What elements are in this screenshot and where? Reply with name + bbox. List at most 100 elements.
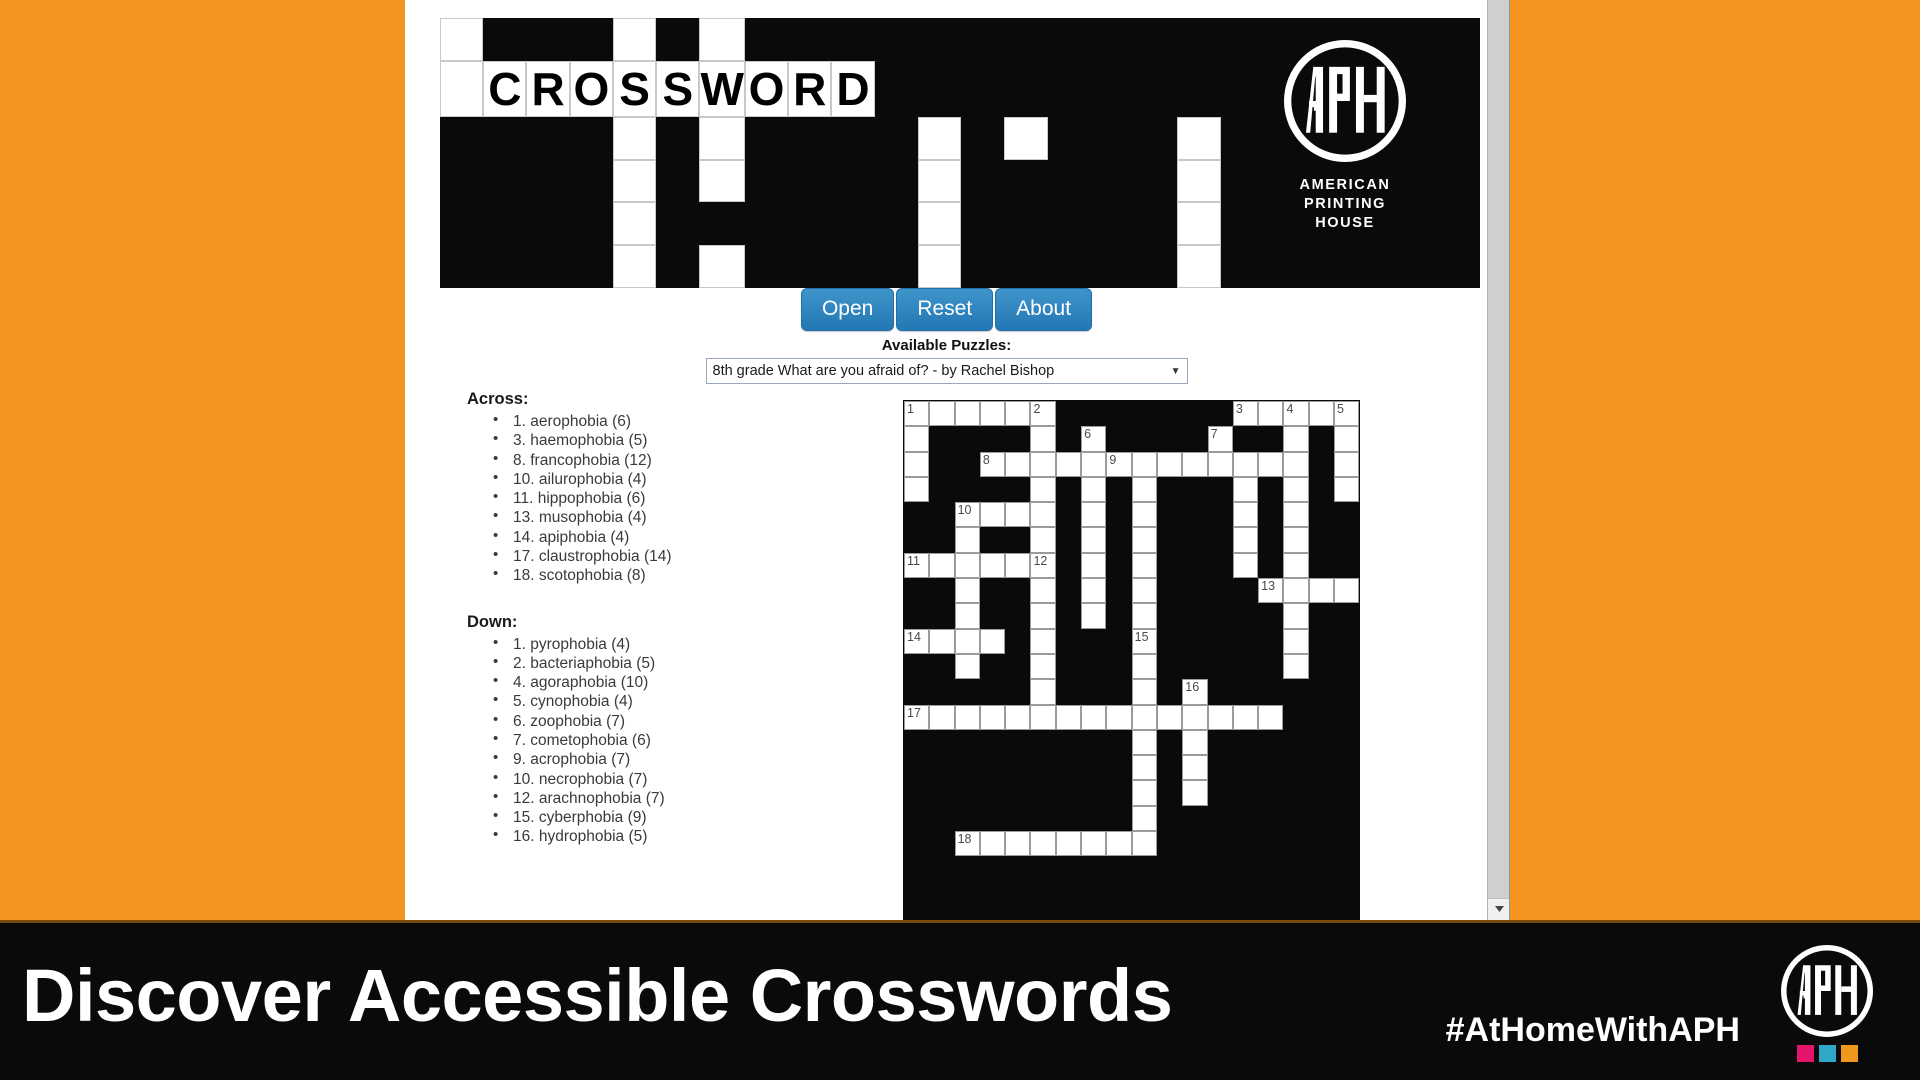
grid-cell-open[interactable]	[1131, 831, 1157, 857]
grid-cell-open[interactable]	[1131, 552, 1157, 579]
grid-cell-open[interactable]	[1334, 578, 1360, 604]
grid-cell-open[interactable]	[1232, 502, 1259, 528]
vertical-scrollbar[interactable]	[1487, 0, 1509, 920]
grid-cell-open[interactable]	[1081, 502, 1107, 528]
grid-cell-open[interactable]	[1232, 476, 1259, 503]
across-clue-item[interactable]: 14. apiphobia (4)	[493, 528, 855, 546]
grid-cell-open[interactable]: 11	[904, 552, 930, 579]
grid-cell-open[interactable]	[1182, 729, 1208, 756]
grid-cell-open[interactable]	[1131, 729, 1157, 756]
down-clue-item[interactable]: 15. cyberphobia (9)	[493, 808, 855, 826]
across-clue-item[interactable]: 10. ailurophobia (4)	[493, 470, 855, 488]
grid-cell-open[interactable]	[1030, 704, 1056, 730]
grid-cell-open[interactable]	[1156, 451, 1183, 477]
grid-cell-open[interactable]	[1334, 476, 1360, 503]
grid-cell-open[interactable]	[1131, 603, 1157, 629]
grid-cell-open[interactable]	[1232, 552, 1259, 579]
grid-cell-open[interactable]	[1030, 476, 1056, 503]
grid-cell-open[interactable]	[1030, 426, 1056, 452]
grid-cell-open[interactable]: 12	[1030, 552, 1056, 579]
grid-cell-open[interactable]	[979, 401, 1006, 427]
across-clue-item[interactable]: 13. musophobia (4)	[493, 508, 855, 526]
across-clue-item[interactable]: 8. francophobia (12)	[493, 451, 855, 469]
grid-cell-open[interactable]: 14	[904, 628, 930, 654]
grid-cell-open[interactable]: 1	[904, 401, 930, 427]
grid-cell-open[interactable]	[954, 527, 980, 553]
grid-cell-open[interactable]: 3	[1232, 401, 1259, 427]
grid-cell-open[interactable]	[1308, 401, 1335, 427]
scroll-down-arrow-icon[interactable]	[1488, 898, 1509, 920]
across-clue-item[interactable]: 1. aerophobia (6)	[493, 412, 855, 430]
grid-cell-open[interactable]	[1030, 451, 1056, 477]
grid-cell-open[interactable]	[1131, 451, 1157, 477]
about-button[interactable]: About	[995, 288, 1093, 332]
grid-cell-open[interactable]	[1334, 451, 1360, 477]
grid-cell-open[interactable]	[1308, 578, 1335, 604]
grid-cell-open[interactable]	[1283, 552, 1309, 579]
grid-cell-open[interactable]	[1055, 704, 1082, 730]
grid-cell-open[interactable]	[1106, 831, 1132, 857]
grid-cell-open[interactable]	[1055, 451, 1082, 477]
grid-cell-open[interactable]	[954, 704, 980, 730]
grid-cell-open[interactable]: 5	[1334, 401, 1360, 427]
grid-cell-open[interactable]	[1207, 704, 1233, 730]
down-clue-item[interactable]: 10. necrophobia (7)	[493, 769, 855, 788]
grid-cell-open[interactable]: 10	[954, 502, 980, 528]
grid-cell-open[interactable]	[1156, 704, 1183, 730]
grid-cell-open[interactable]	[979, 704, 1006, 730]
grid-cell-open[interactable]	[1106, 704, 1132, 730]
grid-cell-open[interactable]	[929, 704, 955, 730]
grid-cell-open[interactable]	[1182, 704, 1208, 730]
grid-cell-open[interactable]	[1081, 451, 1107, 477]
down-clue-item[interactable]: 5. cynophobia (4)	[493, 692, 855, 710]
grid-cell-open[interactable]	[1283, 476, 1309, 503]
grid-cell-open[interactable]: 18	[954, 831, 980, 857]
grid-cell-open[interactable]	[1081, 704, 1107, 730]
grid-cell-open[interactable]	[1081, 552, 1107, 579]
grid-cell-open[interactable]	[1283, 527, 1309, 553]
down-clue-item[interactable]: 1. pyrophobia (4)	[493, 635, 855, 653]
grid-cell-open[interactable]	[1131, 805, 1157, 832]
down-clue-item[interactable]: 6. zoophobia (7)	[493, 712, 855, 730]
grid-cell-open[interactable]: 6	[1081, 426, 1107, 452]
down-clue-item[interactable]: 16. hydrophobia (5)	[493, 827, 855, 845]
grid-cell-open[interactable]	[1182, 451, 1208, 477]
down-clue-item[interactable]: 9. acrophobia (7)	[493, 750, 855, 768]
grid-cell-open[interactable]	[1081, 831, 1107, 857]
grid-cell-open[interactable]	[1005, 502, 1031, 528]
grid-cell-open[interactable]	[954, 401, 980, 427]
grid-cell-open[interactable]	[1005, 552, 1031, 579]
grid-cell-open[interactable]	[979, 502, 1006, 528]
grid-cell-open[interactable]	[1232, 704, 1259, 730]
open-button[interactable]: Open	[800, 288, 895, 332]
grid-cell-open[interactable]	[1232, 451, 1259, 477]
grid-cell-open[interactable]	[904, 451, 930, 477]
grid-cell-open[interactable]	[1055, 831, 1082, 857]
grid-cell-open[interactable]	[1081, 476, 1107, 503]
crossword-grid[interactable]: 1 2 3 4 5 6 7 8 9 10 11 12 13 14 15 16 17 18	[903, 400, 1361, 920]
grid-cell-open[interactable]	[1131, 476, 1157, 503]
grid-cell-open[interactable]	[1005, 831, 1031, 857]
grid-cell-open[interactable]	[1131, 755, 1157, 781]
grid-cell-open[interactable]	[904, 476, 930, 503]
grid-cell-open[interactable]	[954, 552, 980, 579]
grid-cell-open[interactable]	[1081, 578, 1107, 604]
grid-cell-open[interactable]	[1283, 578, 1309, 604]
grid-cell-open[interactable]	[1030, 831, 1056, 857]
grid-cell-open[interactable]	[1030, 603, 1056, 629]
grid-cell-open[interactable]	[1258, 451, 1284, 477]
grid-cell-open[interactable]	[1131, 704, 1157, 730]
grid-cell-open[interactable]	[979, 552, 1006, 579]
grid-cell-open[interactable]	[1030, 653, 1056, 680]
grid-cell-open[interactable]: 2	[1030, 401, 1056, 427]
down-clue-item[interactable]: 7. cometophobia (6)	[493, 731, 855, 749]
grid-cell-open[interactable]	[954, 653, 980, 680]
down-clue-item[interactable]: 2. bacteriaphobia (5)	[493, 654, 855, 672]
grid-cell-open[interactable]	[954, 578, 980, 604]
grid-cell-open[interactable]: 17	[904, 704, 930, 730]
grid-cell-open[interactable]	[1081, 527, 1107, 553]
grid-cell-open[interactable]: 9	[1106, 451, 1132, 477]
grid-cell-open[interactable]	[1005, 401, 1031, 427]
grid-cell-open[interactable]: 8	[979, 451, 1006, 477]
grid-cell-open[interactable]	[1283, 603, 1309, 629]
